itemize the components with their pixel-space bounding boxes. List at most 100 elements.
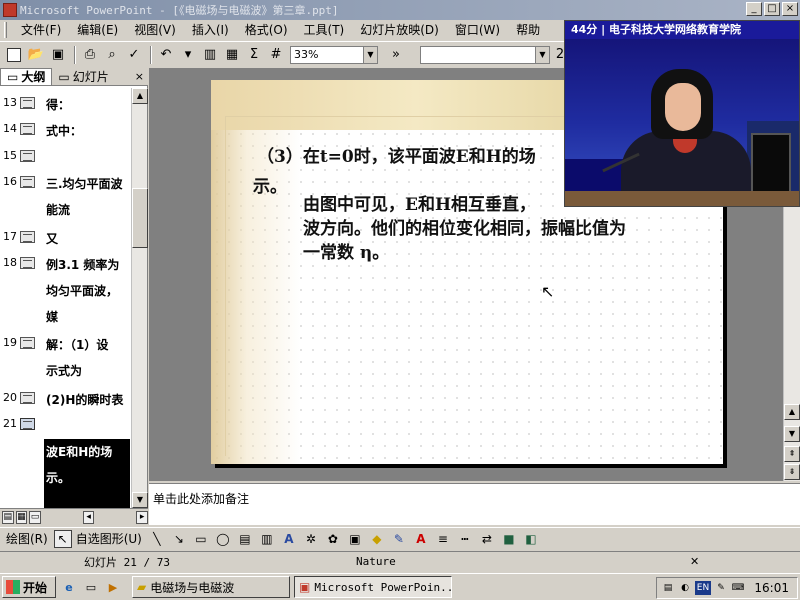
media-player-icon[interactable]: ▶	[104, 578, 122, 596]
menu-help[interactable]: 帮助	[508, 20, 548, 40]
menu-window[interactable]: 窗口(W)	[447, 20, 508, 40]
undo-icon[interactable]: ↶	[156, 45, 176, 65]
tab-slides[interactable]: ▭ 幻灯片	[52, 68, 114, 85]
autoshapes-menu[interactable]: 自选图形(U)	[76, 530, 142, 547]
minimize-button[interactable]: _	[746, 2, 762, 16]
scroll-right-icon[interactable]: ▸	[136, 510, 148, 524]
font-combo[interactable]: ▼	[420, 45, 550, 64]
spelling-status-icon: ✕	[690, 555, 700, 568]
diagram-icon[interactable]: ✲	[302, 530, 320, 548]
chart-icon[interactable]: ▥	[200, 45, 220, 65]
menu-slideshow[interactable]: 幻灯片放映(D)	[352, 20, 447, 40]
slide-heading[interactable]: （3）在t=0时，该平面波E和H的场	[257, 146, 536, 168]
slide-body-line[interactable]: 波方向。他们的相位变化相同，振幅比值为	[303, 218, 626, 240]
open-folder-icon[interactable]: 📂	[26, 45, 46, 65]
scroll-up-icon[interactable]: ▲	[784, 404, 800, 420]
slide-number: 18	[3, 256, 17, 269]
outline-text: 媒	[46, 310, 59, 324]
new-document-icon[interactable]	[4, 45, 24, 65]
picture-icon[interactable]: ▣	[346, 530, 364, 548]
task-folder[interactable]: ▰ 电磁场与电磁波	[132, 576, 290, 598]
slide-body-line[interactable]: 由图中可见，E和H相互垂直，	[303, 194, 536, 216]
outline-text: 解：（1）设	[46, 338, 109, 352]
scroll-thumb[interactable]	[132, 188, 148, 248]
draw-menu[interactable]: 绘图(R)	[6, 530, 48, 547]
font-color-icon[interactable]: A	[412, 530, 430, 548]
slide-body-line[interactable]: 一常数 η。	[303, 242, 389, 264]
fill-color-icon[interactable]: ◆	[368, 530, 386, 548]
outline-rows[interactable]: 13 得： 14 式中： 15 16 三.均匀平面波 能流 17 又 18 例3…	[0, 88, 131, 508]
oval-icon[interactable]: ◯	[214, 530, 232, 548]
pane-close-icon[interactable]: ×	[135, 68, 144, 85]
normal-view-icon[interactable]: ▤	[2, 510, 14, 524]
zoom-combo[interactable]: 33% ▼	[290, 45, 378, 64]
outline-text: （3）在t=0时	[46, 419, 127, 433]
grid-icon[interactable]: #	[266, 45, 286, 65]
spelling-icon[interactable]: ✓	[124, 45, 144, 65]
undo-dropdown-icon[interactable]: ▾	[178, 45, 198, 65]
desktop-icon[interactable]: ▭	[82, 578, 100, 596]
print-preview-icon[interactable]: ⌕	[102, 45, 122, 65]
rectangle-icon[interactable]: ▭	[192, 530, 210, 548]
outline-tab-icon: ▭	[7, 70, 19, 84]
menu-tools[interactable]: 工具(T)	[296, 20, 353, 40]
arrow-icon[interactable]: ↘	[170, 530, 188, 548]
powerpoint-app-icon[interactable]	[3, 3, 17, 17]
arrow-style-icon[interactable]: ⇄	[478, 530, 496, 548]
font-dropdown-icon[interactable]: ▼	[535, 46, 549, 63]
volume-icon[interactable]: ◐	[678, 581, 692, 595]
table-icon[interactable]: ▦	[222, 45, 242, 65]
restore-button[interactable]: □	[764, 2, 780, 16]
toolbar-options-icon[interactable]: »	[386, 45, 406, 65]
ime-icon[interactable]: ✎	[714, 581, 728, 595]
folder-icon: ▰	[137, 580, 147, 594]
textbox-icon[interactable]: ▤	[236, 530, 254, 548]
network-icon[interactable]: ▤	[661, 581, 675, 595]
dash-style-icon[interactable]: ┅	[456, 530, 474, 548]
shadow-icon[interactable]: ■	[500, 530, 518, 548]
3d-icon[interactable]: ◧	[522, 530, 540, 548]
video-monitor	[751, 133, 791, 193]
taskbar: 开始 e ▭ ▶ ▰ 电磁场与电磁波 ▣ Microsoft PowerPoin…	[0, 573, 800, 600]
slide-sorter-view-icon[interactable]: ▦	[15, 510, 28, 524]
vertical-textbox-icon[interactable]: ▥	[258, 530, 276, 548]
line-icon[interactable]: ╲	[148, 530, 166, 548]
line-style-icon[interactable]: ≡	[434, 530, 452, 548]
scroll-up-icon[interactable]: ▲	[132, 88, 148, 104]
zoom-dropdown-icon[interactable]: ▼	[363, 46, 377, 63]
outline-text: 得：	[46, 98, 71, 112]
sum-icon[interactable]: Σ	[244, 45, 264, 65]
print-icon[interactable]: ⎙	[80, 45, 100, 65]
menu-edit[interactable]: 编辑(E)	[69, 20, 126, 40]
slide-heading-cont[interactable]: 示。	[253, 176, 287, 198]
next-slide-icon[interactable]: ⇟	[784, 464, 800, 480]
outline-text: (2)H的瞬时表	[46, 393, 124, 407]
language-indicator[interactable]: EN	[695, 581, 711, 595]
select-pointer-icon[interactable]: ↖	[53, 529, 72, 548]
task-powerpoint[interactable]: ▣ Microsoft PowerPoin...	[294, 576, 452, 598]
save-icon[interactable]: ▣	[48, 45, 68, 65]
slide-icon	[20, 337, 35, 349]
menu-format[interactable]: 格式(O)	[237, 20, 296, 40]
scroll-down-icon[interactable]: ▼	[784, 426, 800, 442]
clipart-icon[interactable]: ✿	[324, 530, 342, 548]
tab-outline[interactable]: ▭ 大纲	[0, 68, 53, 85]
slide-icon	[20, 97, 35, 109]
wordart-icon[interactable]: A	[280, 530, 298, 548]
menu-view[interactable]: 视图(V)	[126, 20, 184, 40]
notes-pane[interactable]: 单击此处添加备注	[149, 483, 800, 525]
menu-insert[interactable]: 插入(I)	[184, 20, 237, 40]
keyboard-icon[interactable]: ⌨	[731, 581, 745, 595]
scroll-left-icon[interactable]: ◂	[82, 510, 95, 524]
outline-scrollbar[interactable]: ▲ ▼	[131, 88, 148, 508]
start-button[interactable]: 开始	[2, 576, 56, 598]
window-title: Microsoft PowerPoint - [《电磁场与电磁波》第三章.ppt…	[20, 4, 339, 17]
notes-placeholder[interactable]: 单击此处添加备注	[153, 490, 249, 507]
slideshow-view-icon[interactable]: ▭	[29, 510, 41, 524]
close-button[interactable]: ×	[782, 2, 798, 16]
menu-file[interactable]: 文件(F)	[13, 20, 69, 40]
line-color-icon[interactable]: ✎	[390, 530, 408, 548]
scroll-down-icon[interactable]: ▼	[132, 492, 148, 508]
browser-icon[interactable]: e	[60, 578, 78, 596]
previous-slide-icon[interactable]: ⇞	[784, 446, 800, 462]
